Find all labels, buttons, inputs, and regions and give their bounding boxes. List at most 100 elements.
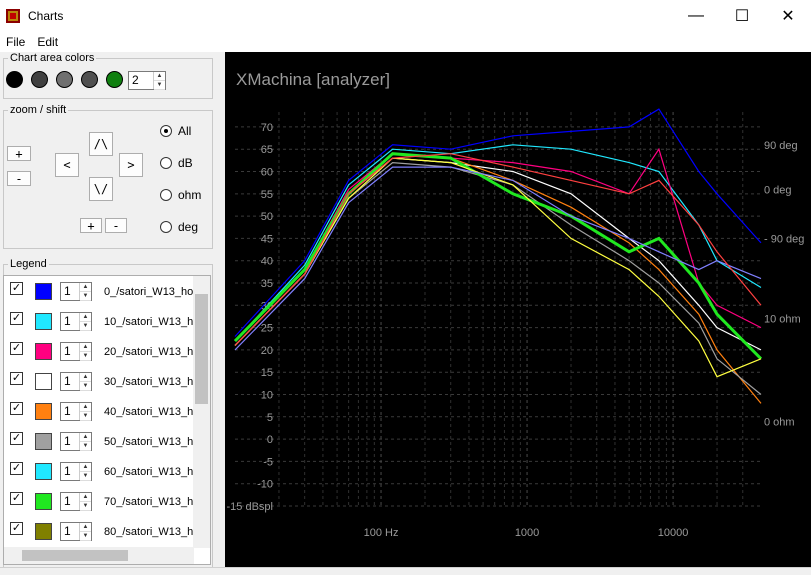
y-tick-label: 0: [267, 434, 273, 446]
radio-button-icon[interactable]: [160, 125, 172, 137]
spin-down-icon[interactable]: ▼: [80, 442, 91, 451]
legend-color-swatch[interactable]: [35, 313, 52, 330]
legend-checkbox[interactable]: ✓: [10, 402, 23, 415]
spin-down-icon[interactable]: ▼: [154, 81, 165, 90]
legend-width-spinner[interactable]: 1 ▲ ▼: [60, 522, 92, 541]
zoom-in-button[interactable]: +: [7, 146, 31, 161]
legend-color-swatch[interactable]: [35, 373, 52, 390]
legend-width-spinner[interactable]: 1 ▲ ▼: [60, 282, 92, 301]
spin-up-icon[interactable]: ▲: [154, 72, 165, 81]
legend-width-spinner[interactable]: 1 ▲ ▼: [60, 462, 92, 481]
series-line-0: [234, 108, 762, 337]
menu-file[interactable]: File: [0, 35, 31, 49]
shift-left-button[interactable]: <: [55, 153, 79, 177]
right-axis-label: - 90 deg: [764, 233, 804, 245]
legend-checkbox[interactable]: ✓: [10, 492, 23, 505]
legend-width-spinner[interactable]: 1 ▲ ▼: [60, 432, 92, 451]
radio-label: deg: [178, 220, 199, 234]
spin-down-icon[interactable]: ▼: [80, 322, 91, 331]
shift-up-button[interactable]: /\: [89, 132, 113, 156]
spin-down-icon[interactable]: ▼: [80, 412, 91, 421]
legend-width-value: 1: [64, 374, 71, 388]
zoom-in-small-button[interactable]: +: [80, 218, 102, 233]
spin-up-icon[interactable]: ▲: [80, 523, 91, 532]
radio-db[interactable]: dB: [160, 156, 193, 170]
legend-color-swatch[interactable]: [35, 283, 52, 300]
y-tick-label: -15 dBspl: [227, 501, 273, 513]
radio-button-icon[interactable]: [160, 189, 172, 201]
legend-color-swatch[interactable]: [35, 433, 52, 450]
shift-right-button[interactable]: >: [119, 153, 143, 177]
window-title: Charts: [28, 9, 64, 23]
legend-width-value: 1: [64, 434, 71, 448]
app-icon: [6, 9, 20, 23]
spin-up-icon[interactable]: ▲: [80, 403, 91, 412]
spin-down-icon[interactable]: ▼: [80, 472, 91, 481]
spin-up-icon[interactable]: ▲: [80, 343, 91, 352]
radio-button-icon[interactable]: [160, 221, 172, 233]
legend-checkbox[interactable]: ✓: [10, 282, 23, 295]
color-dot-1[interactable]: [31, 71, 48, 88]
legend-horizontal-thumb[interactable]: [22, 550, 128, 561]
legend-width-value: 1: [64, 464, 71, 478]
spin-down-icon[interactable]: ▼: [80, 382, 91, 391]
legend-width-spinner[interactable]: 1 ▲ ▼: [60, 312, 92, 331]
legend-item: ✓ 1 ▲ ▼ 30_/satori_W13_ho: [4, 368, 196, 398]
shift-down-button[interactable]: \/: [89, 177, 113, 201]
spin-up-icon[interactable]: ▲: [80, 493, 91, 502]
color-dot-3[interactable]: [81, 71, 98, 88]
legend-color-swatch[interactable]: [35, 403, 52, 420]
spin-up-icon[interactable]: ▲: [80, 283, 91, 292]
legend-width-spinner[interactable]: 1 ▲ ▼: [60, 492, 92, 511]
spin-down-icon[interactable]: ▼: [80, 532, 91, 541]
legend-item: ✓ 1 ▲ ▼ 70_/satori_W13_ho: [4, 488, 196, 518]
legend-horizontal-scrollbar[interactable]: [4, 547, 194, 564]
color-dot-0[interactable]: [6, 71, 23, 88]
legend-color-swatch[interactable]: [35, 523, 52, 540]
close-button[interactable]: ✕: [765, 0, 811, 32]
legend-checkbox[interactable]: ✓: [10, 462, 23, 475]
legend-vertical-thumb[interactable]: [195, 294, 208, 404]
legend-color-swatch[interactable]: [35, 493, 52, 510]
legend-checkbox[interactable]: ✓: [10, 342, 23, 355]
y-tick-label: -5: [263, 456, 273, 468]
legend-width-spinner[interactable]: 1 ▲ ▼: [60, 342, 92, 361]
y-tick-label: 70: [261, 122, 273, 134]
legend-width-spinner[interactable]: 1 ▲ ▼: [60, 372, 92, 391]
spin-up-icon[interactable]: ▲: [80, 463, 91, 472]
zoom-out-small-button[interactable]: -: [105, 218, 127, 233]
spin-up-icon[interactable]: ▲: [80, 313, 91, 322]
legend-item-name: 70_/satori_W13_ho: [104, 496, 196, 508]
chart-area[interactable]: XMachina [analyzer] 70 65 60 55 50 45 40 35 30 25…: [225, 52, 811, 567]
minimize-button[interactable]: —: [673, 0, 719, 32]
radio-deg[interactable]: deg: [160, 220, 198, 234]
color-count-spinner[interactable]: 2 ▲ ▼: [128, 71, 166, 90]
legend-vertical-scrollbar[interactable]: [193, 276, 210, 548]
legend-checkbox[interactable]: ✓: [10, 522, 23, 535]
legend-checkbox[interactable]: ✓: [10, 432, 23, 445]
right-axis-label: 90 deg: [764, 140, 798, 152]
spin-down-icon[interactable]: ▼: [80, 352, 91, 361]
color-dot-2[interactable]: [56, 71, 73, 88]
legend-list: ✓ 1 ▲ ▼ 0_/satori_W13_hor ✓ 1 ▲ ▼ 10_/satori_W13_…: [3, 275, 211, 565]
color-dot-4[interactable]: [106, 71, 123, 88]
menu-edit[interactable]: Edit: [31, 35, 64, 49]
spin-up-icon[interactable]: ▲: [80, 433, 91, 442]
window-controls: — ☐ ✕: [673, 0, 811, 32]
legend-checkbox[interactable]: ✓: [10, 372, 23, 385]
spin-down-icon[interactable]: ▼: [80, 502, 91, 511]
radio-ohm[interactable]: ohm: [160, 188, 201, 202]
legend-item-name: 30_/satori_W13_ho: [104, 376, 196, 388]
radio-button-icon[interactable]: [160, 157, 172, 169]
legend-width-spinner[interactable]: 1 ▲ ▼: [60, 402, 92, 421]
frequency-response-chart[interactable]: XMachina [analyzer] 70656055504540353025…: [225, 52, 811, 567]
maximize-button[interactable]: ☐: [719, 0, 765, 32]
legend-color-swatch[interactable]: [35, 343, 52, 360]
spin-down-icon[interactable]: ▼: [80, 292, 91, 301]
spin-up-icon[interactable]: ▲: [80, 373, 91, 382]
legend-color-swatch[interactable]: [35, 463, 52, 480]
legend-checkbox[interactable]: ✓: [10, 312, 23, 325]
radio-all[interactable]: All: [160, 124, 191, 138]
y-tick-label: 45: [261, 233, 273, 245]
zoom-out-button[interactable]: -: [7, 171, 31, 186]
